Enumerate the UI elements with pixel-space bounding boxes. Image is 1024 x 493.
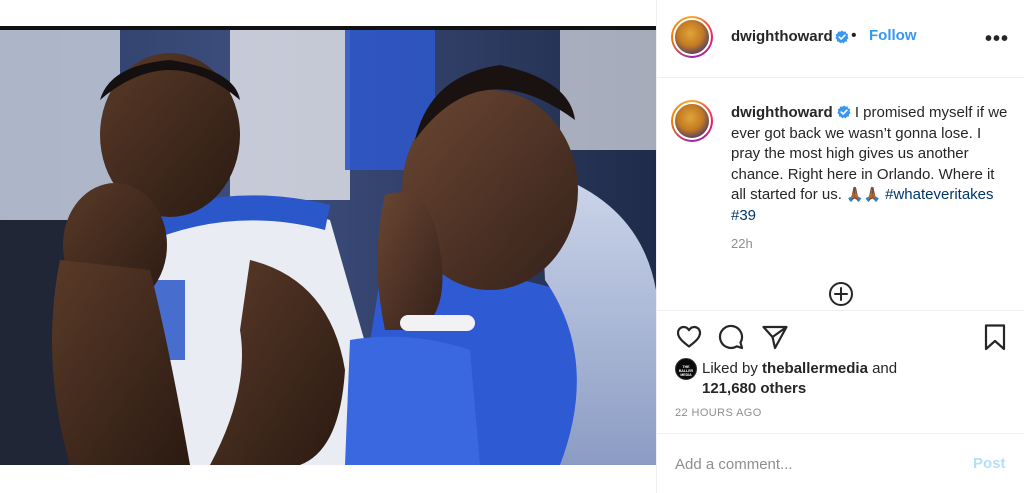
caption-age: 22h [731, 236, 753, 251]
comment-bubble-icon[interactable] [717, 323, 745, 351]
caption-author-avatar[interactable] [671, 100, 713, 142]
post-timestamp[interactable]: 22 HOURS AGO [675, 407, 762, 419]
verified-badge-icon [837, 105, 851, 119]
verified-badge-icon [835, 30, 849, 44]
caption-username[interactable]: dwighthoward [731, 104, 833, 121]
comment-bar: Post [657, 433, 1024, 493]
post-header: dwighthoward • Follow ••• [657, 0, 1024, 78]
author-avatar[interactable] [671, 16, 713, 58]
liker-avatar[interactable]: THE BALLER MEDIA [675, 358, 697, 380]
praying-hands-emoji: 🙏🏾🙏🏾 [846, 187, 881, 203]
bookmark-icon[interactable] [981, 323, 1009, 351]
author-username[interactable]: dwighthoward [731, 28, 833, 45]
likes-count[interactable]: 121,680 others [702, 380, 806, 397]
comment-input[interactable] [675, 452, 955, 476]
post-photo-illustration [0, 30, 656, 465]
liked-by-label: Liked by [702, 360, 758, 377]
likes-summary: Liked by theballermedia and 121,680 othe… [702, 359, 1012, 399]
likes-connector: and [872, 360, 898, 377]
paper-plane-icon[interactable] [761, 323, 789, 351]
post-sidebar: dwighthoward • Follow ••• dwighthoward I… [656, 0, 1024, 493]
post-photo[interactable] [0, 30, 656, 465]
heart-icon[interactable] [675, 323, 703, 351]
separator-dot: • [851, 27, 857, 44]
post-caption: dwighthoward I promised myself if we eve… [731, 103, 1011, 226]
bottom-margin [0, 465, 656, 493]
action-bar [657, 310, 1024, 362]
follow-button[interactable]: Follow [869, 27, 917, 44]
liker-username[interactable]: theballermedia [762, 360, 868, 377]
post-comment-button[interactable]: Post [973, 455, 1006, 472]
plus-circle-icon[interactable] [828, 281, 854, 307]
more-options-icon[interactable]: ••• [985, 28, 1009, 51]
